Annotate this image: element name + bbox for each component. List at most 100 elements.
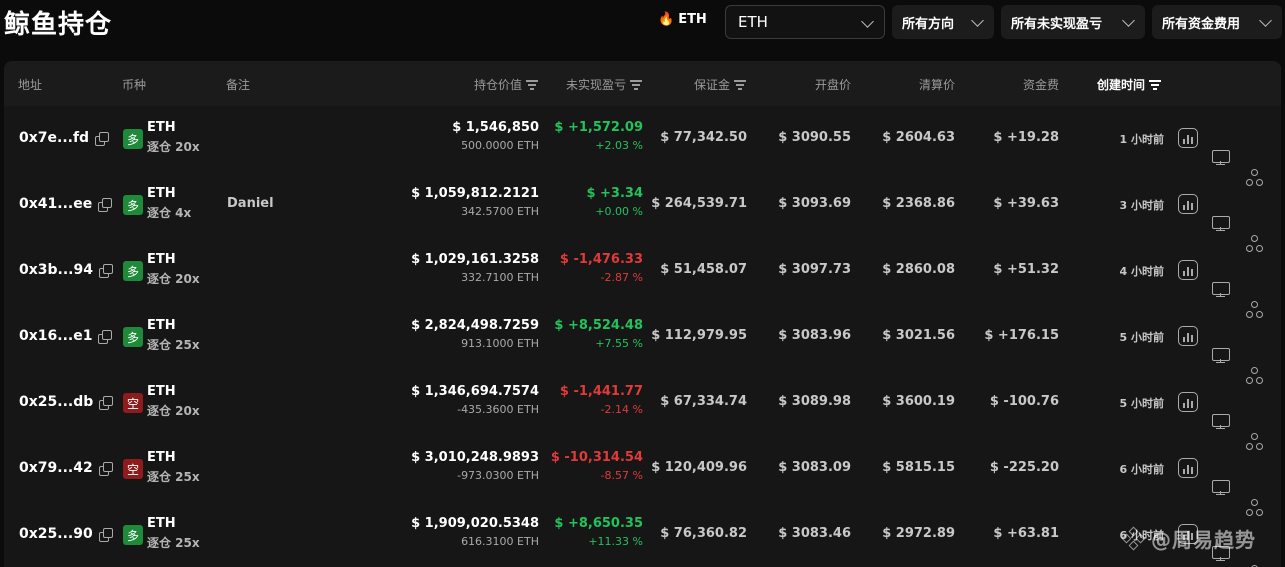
note-text: Daniel <box>227 196 274 211</box>
wallet-address[interactable]: 0x16...e1 <box>19 328 113 344</box>
monitor-icon[interactable] <box>1211 412 1231 432</box>
coin-symbol: ETH <box>147 186 176 201</box>
col-open-price: 开盘价 <box>814 78 851 92</box>
funding-filter[interactable]: 所有资金费用 <box>1152 5 1282 39</box>
fire-icon: 🔥 <box>658 12 675 27</box>
side-badge: 多 <box>123 525 143 545</box>
chart-icon[interactable] <box>1178 260 1198 280</box>
direction-filter-label: 所有方向 <box>902 16 955 32</box>
chevron-down-icon <box>861 15 874 28</box>
sort-icon <box>630 80 642 90</box>
table-row[interactable]: 0x79...42 空 ETH 逐仓 25x $ 3,010,248.9893 -973.… <box>4 436 1281 516</box>
chart-icon[interactable] <box>1178 326 1198 346</box>
created-time: 4 小时前 <box>1119 265 1164 278</box>
col-liq-price: 清算价 <box>918 78 955 92</box>
col-coin: 币种 <box>122 78 147 92</box>
coin-symbol: ETH <box>147 318 176 333</box>
wallet-address[interactable]: 0x41...ee <box>19 196 113 212</box>
sort-icon <box>1149 80 1162 90</box>
asset-select[interactable]: ETH <box>725 5 885 39</box>
wallet-address[interactable]: 0x25...db <box>19 394 114 410</box>
col-created-time-label: 创建时间 <box>1097 78 1146 92</box>
col-unrealized-pnl[interactable]: 未实现盈亏 <box>524 76 642 93</box>
monitor-icon[interactable] <box>1211 148 1231 168</box>
side-badge: 多 <box>123 327 143 347</box>
chart-icon[interactable] <box>1178 194 1198 214</box>
copy-icon[interactable] <box>95 131 110 146</box>
table-row[interactable]: 0x41...ee 多 ETH 逐仓 4x Daniel $ 1,059,812.2121… <box>4 172 1281 252</box>
chevron-down-icon <box>1259 14 1272 27</box>
created-time: 6 小时前 <box>1119 463 1164 476</box>
asset-select-value: ETH <box>738 13 768 31</box>
created-time: 3 小时前 <box>1119 199 1164 212</box>
wallet-address-text: 0x16...e1 <box>19 328 93 344</box>
hot-asset-tag[interactable]: 🔥 ETH <box>658 12 707 27</box>
page-title: 鲸鱼持仓 <box>4 10 113 40</box>
margin-mode: 逐仓 20x <box>147 140 200 154</box>
created-time: 1 小时前 <box>1119 133 1164 146</box>
copy-icon[interactable] <box>98 263 113 278</box>
wallet-address[interactable]: 0x25...90 <box>19 526 113 542</box>
side-badge: 空 <box>123 459 143 479</box>
chart-icon[interactable] <box>1178 458 1198 478</box>
margin-mode: 逐仓 4x <box>147 206 192 220</box>
side-badge: 多 <box>123 129 143 149</box>
table-header: 地址 币种 备注 持仓价值 未实现盈亏 保证金 开盘价 清算价 资金费 创建时间 <box>4 61 1281 106</box>
col-created-time[interactable]: 创建时间 <box>1097 76 1162 93</box>
wallet-address-text: 0x41...ee <box>19 196 93 212</box>
chart-icon[interactable] <box>1178 128 1198 148</box>
hot-asset-label: ETH <box>678 12 707 27</box>
coin-symbol: ETH <box>147 252 176 267</box>
monitor-icon[interactable] <box>1211 346 1231 366</box>
monitor-icon[interactable] <box>1211 478 1231 498</box>
created-time: 5 小时前 <box>1119 331 1164 344</box>
side-badge: 空 <box>123 393 143 413</box>
copy-icon[interactable] <box>99 395 114 410</box>
watermark: @周易趋势 <box>1121 524 1256 553</box>
top-bar: 鲸鱼持仓 🔥 ETH ETH 所有方向 所有未实现盈亏 所有资金费用 <box>0 0 1285 48</box>
funding-filter-label: 所有资金费用 <box>1162 16 1241 32</box>
pnl-filter[interactable]: 所有未实现盈亏 <box>1001 5 1145 39</box>
copy-icon[interactable] <box>98 527 113 542</box>
col-margin[interactable]: 保证金 <box>644 76 746 93</box>
copy-icon[interactable] <box>98 329 113 344</box>
whale-positions-table: 地址 币种 备注 持仓价值 未实现盈亏 保证金 开盘价 清算价 资金费 创建时间… <box>4 61 1281 567</box>
table-row[interactable]: 0x7e...fd 多 ETH 逐仓 20x $ 1,546,850 500.0000 E… <box>4 106 1281 186</box>
col-position-value[interactable]: 持仓价值 <box>422 76 538 93</box>
table-row[interactable]: 0x3b...94 多 ETH 逐仓 20x $ 1,029,161.3258 332.7… <box>4 238 1281 318</box>
margin-mode: 逐仓 20x <box>147 272 200 286</box>
monitor-icon[interactable] <box>1211 280 1231 300</box>
wallet-address-text: 0x25...db <box>19 394 94 410</box>
wallet-address[interactable]: 0x3b...94 <box>19 262 113 278</box>
wallet-address-text: 0x7e...fd <box>19 130 90 146</box>
col-margin-label: 保证金 <box>693 78 730 92</box>
pnl-filter-label: 所有未实现盈亏 <box>1011 16 1103 32</box>
chevron-down-icon <box>971 14 984 27</box>
direction-filter[interactable]: 所有方向 <box>892 5 994 39</box>
coin-symbol: ETH <box>147 384 176 399</box>
created-time: 5 小时前 <box>1119 397 1164 410</box>
wallet-address[interactable]: 0x79...42 <box>19 460 113 476</box>
wallet-address-text: 0x3b...94 <box>19 262 93 278</box>
table-row[interactable]: 0x25...90 多 ETH 逐仓 25x $ 1,909,020.5348 616.3… <box>4 502 1281 567</box>
margin-mode: 逐仓 25x <box>147 470 200 484</box>
wallet-address-text: 0x79...42 <box>19 460 93 476</box>
col-unrealized-pnl-label: 未实现盈亏 <box>565 78 626 92</box>
copy-icon[interactable] <box>98 197 113 212</box>
col-note: 备注 <box>226 78 251 92</box>
chevron-down-icon <box>1122 14 1135 27</box>
table-row[interactable]: 0x16...e1 多 ETH 逐仓 25x $ 2,824,498.7259 913.1… <box>4 304 1281 384</box>
side-badge: 多 <box>123 261 143 281</box>
wallet-address[interactable]: 0x7e...fd <box>19 130 110 146</box>
binance-square-logo-icon <box>1121 526 1146 550</box>
table-row[interactable]: 0x25...db 空 ETH 逐仓 20x $ 1,346,694.7574 -435.… <box>4 370 1281 450</box>
monitor-icon[interactable] <box>1211 214 1231 234</box>
margin-mode: 逐仓 25x <box>147 536 200 550</box>
col-position-value-label: 持仓价值 <box>473 78 522 92</box>
watermark-text: @周易趋势 <box>1151 528 1256 552</box>
coin-symbol: ETH <box>147 120 176 135</box>
col-address: 地址 <box>18 78 43 92</box>
copy-icon[interactable] <box>98 461 113 476</box>
col-funding-fee: 资金费 <box>1022 78 1059 92</box>
chart-icon[interactable] <box>1178 392 1198 412</box>
